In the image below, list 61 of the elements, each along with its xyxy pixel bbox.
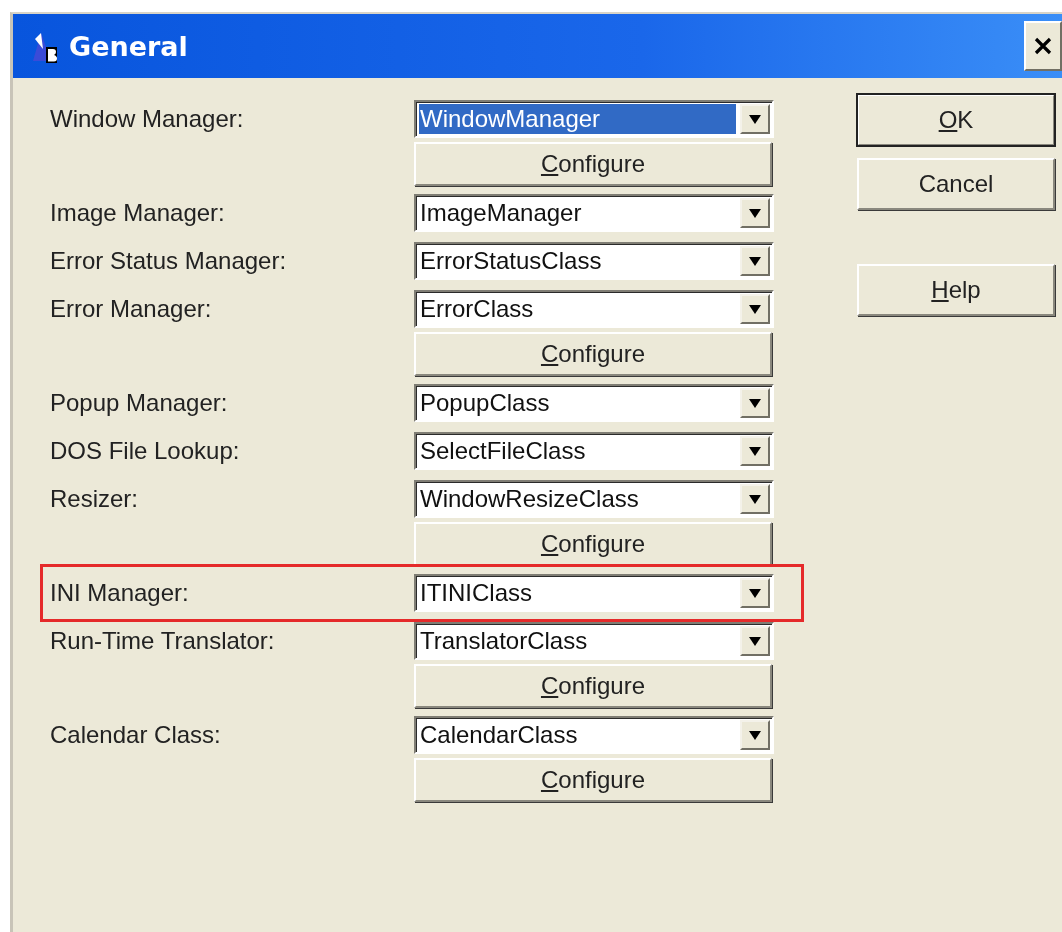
dropdown-arrow-button[interactable] — [740, 104, 770, 134]
field-label: Popup Manager: — [50, 389, 229, 417]
dropdown-value: WindowResizeClass — [419, 484, 640, 514]
dropdown-field[interactable]: ErrorStatusClass — [414, 242, 774, 280]
caret-icon — [749, 588, 761, 598]
dropdown-value: ErrorStatusClass — [419, 246, 603, 276]
field-label: Calendar Class: — [50, 721, 222, 749]
dialog-button[interactable]: Help — [857, 264, 1055, 316]
caret-icon — [749, 446, 761, 456]
field-label: Image Manager: — [50, 199, 226, 227]
dropdown-value: CalendarClass — [419, 720, 579, 750]
field-label: Run-Time Translator: — [50, 627, 276, 655]
configure-button[interactable]: Configure — [414, 664, 772, 708]
configure-button[interactable]: Configure — [414, 332, 772, 376]
caret-icon — [749, 208, 761, 218]
dropdown-field[interactable]: PopupClass — [414, 384, 774, 422]
configure-button[interactable]: Configure — [414, 758, 772, 802]
field-label: Error Manager: — [50, 295, 213, 323]
caret-icon — [749, 304, 761, 314]
dropdown-field[interactable]: SelectFileClass — [414, 432, 774, 470]
dropdown-field[interactable]: CalendarClass — [414, 716, 774, 754]
dropdown-field[interactable]: ImageManager — [414, 194, 774, 232]
field-label: Resizer: — [50, 485, 140, 513]
dropdown-field[interactable]: ITINIClass — [414, 574, 774, 612]
dropdown-arrow-button[interactable] — [740, 436, 770, 466]
dropdown-arrow-button[interactable] — [740, 388, 770, 418]
caret-icon — [749, 114, 761, 124]
dropdown-value: SelectFileClass — [419, 436, 587, 466]
configure-button[interactable]: Configure — [414, 142, 772, 186]
dialog-button[interactable]: OK — [857, 94, 1055, 146]
caret-icon — [749, 636, 761, 646]
dropdown-arrow-button[interactable] — [740, 198, 770, 228]
dropdown-field[interactable]: WindowResizeClass — [414, 480, 774, 518]
dropdown-arrow-button[interactable] — [740, 246, 770, 276]
dropdown-arrow-button[interactable] — [740, 484, 770, 514]
caret-icon — [749, 398, 761, 408]
dialog-button[interactable]: Cancel — [857, 158, 1055, 210]
window-title: General — [69, 30, 188, 62]
close-button[interactable] — [1024, 21, 1062, 71]
dropdown-value: ImageManager — [419, 198, 583, 228]
caret-icon — [749, 494, 761, 504]
field-label: Error Status Manager: — [50, 247, 288, 275]
dropdown-field[interactable]: TranslatorClass — [414, 622, 774, 660]
caret-icon — [749, 256, 761, 266]
dropdown-arrow-button[interactable] — [740, 626, 770, 656]
field-label: Window Manager: — [50, 105, 245, 133]
dropdown-value: ITINIClass — [419, 578, 533, 608]
dropdown-field[interactable]: WindowManager — [414, 100, 774, 138]
caret-icon — [749, 730, 761, 740]
field-label: DOS File Lookup: — [50, 437, 241, 465]
dropdown-value: ErrorClass — [419, 294, 535, 324]
field-label: INI Manager: — [50, 579, 190, 607]
dropdown-value: WindowManager — [419, 104, 736, 134]
dropdown-value: PopupClass — [419, 388, 551, 418]
dropdown-field[interactable]: ErrorClass — [414, 290, 774, 328]
configure-button[interactable]: Configure — [414, 522, 772, 566]
dropdown-arrow-button[interactable] — [740, 578, 770, 608]
dropdown-value: TranslatorClass — [419, 626, 589, 656]
close-icon — [1033, 36, 1053, 56]
dropdown-arrow-button[interactable] — [740, 294, 770, 324]
dropdown-arrow-button[interactable] — [740, 720, 770, 750]
